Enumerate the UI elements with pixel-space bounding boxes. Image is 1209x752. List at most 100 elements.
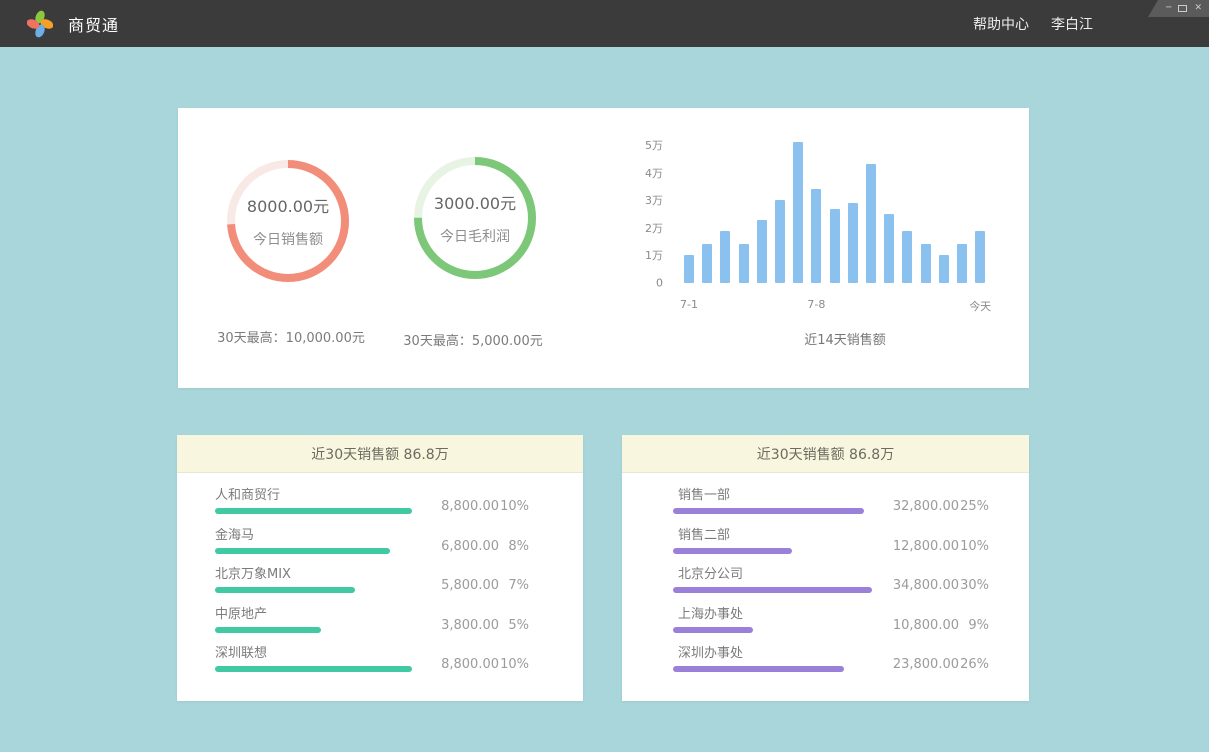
dashboard: 8000.00元 今日销售额 30天最高：10,000.00元 3000.00元…	[0, 47, 1209, 752]
rank-value: 8,800.00	[441, 499, 499, 514]
sales-bar	[848, 203, 858, 283]
titlebar-links: 帮助中心 李白江	[973, 0, 1093, 47]
rank-row: 深圳办事处 23,800.00 26%	[673, 634, 989, 673]
rank-row: 北京万象MIX 5,800.00 7%	[215, 555, 529, 594]
rank-label: 人和商贸行	[215, 484, 412, 503]
sales-bar	[684, 255, 694, 283]
rank-label: 上海办事处	[678, 603, 753, 622]
x-tick: 7-1	[680, 298, 698, 311]
rank-bar	[215, 587, 355, 593]
sales-bar	[939, 255, 949, 283]
rank-percent: 9%	[959, 618, 989, 633]
y-tick: 0	[608, 277, 663, 290]
close-button[interactable]: ✕	[1194, 4, 1202, 13]
y-tick: 3万	[608, 192, 663, 208]
rank-value: 6,800.00	[441, 539, 499, 554]
sales-bar	[884, 214, 894, 283]
rank-percent: 26%	[959, 657, 989, 672]
customer-ranking-title: 近30天销售额 86.8万	[177, 435, 583, 473]
rank-label: 销售二部	[678, 524, 792, 543]
sales-bar	[775, 200, 785, 283]
rank-bar	[673, 508, 864, 514]
y-tick: 4万	[608, 165, 663, 181]
rank-percent: 30%	[959, 578, 989, 593]
today-sales-ring: 8000.00元 今日销售额	[225, 158, 351, 284]
x-tick: 今天	[969, 298, 991, 314]
rank-percent: 5%	[499, 618, 529, 633]
rank-label: 深圳联想	[215, 642, 412, 661]
today-profit-label: 今日毛利润	[440, 226, 510, 246]
today-profit-ring: 3000.00元 今日毛利润	[412, 155, 538, 281]
today-sales-value: 8000.00元	[247, 193, 329, 217]
rank-row: 销售一部 32,800.00 25%	[673, 476, 989, 515]
app-title: 商贸通	[68, 12, 119, 36]
rank-row: 深圳联想 8,800.00 10%	[215, 634, 529, 673]
pinwheel-logo-icon	[27, 10, 53, 38]
rank-row: 中原地产 3,800.00 5%	[215, 594, 529, 633]
sales-bar	[720, 231, 730, 283]
customer-ranking-list: 人和商贸行 8,800.00 10% 金海马 6,800.00 8% 北京万象M…	[177, 473, 583, 673]
department-ranking-list: 销售一部 32,800.00 25% 销售二部 12,800.00 10% 北京…	[622, 473, 1029, 673]
sales-bar	[975, 231, 985, 283]
rank-bar	[215, 627, 321, 633]
department-ranking-card: 近30天销售额 86.8万 销售一部 32,800.00 25% 销售二部 12…	[622, 435, 1029, 701]
brand: 商贸通	[0, 10, 119, 38]
y-tick: 5万	[608, 137, 663, 153]
rank-value: 23,800.00	[893, 657, 959, 672]
customer-ranking-card: 近30天销售额 86.8万 人和商贸行 8,800.00 10% 金海马 6,8…	[177, 435, 583, 701]
sales-bar	[739, 244, 749, 283]
rank-value: 34,800.00	[893, 578, 959, 593]
user-name[interactable]: 李白江	[1051, 14, 1093, 34]
rank-value: 8,800.00	[441, 657, 499, 672]
rank-label: 北京分公司	[678, 563, 872, 582]
overview-card: 8000.00元 今日销售额 30天最高：10,000.00元 3000.00元…	[178, 108, 1029, 388]
rank-label: 中原地产	[215, 603, 321, 622]
y-tick: 2万	[608, 220, 663, 236]
minimize-button[interactable]: ─	[1166, 4, 1171, 13]
today-profit-value: 3000.00元	[434, 190, 516, 214]
window-controls: ─ ✕	[1148, 0, 1209, 17]
rank-value: 32,800.00	[893, 499, 959, 514]
sales-bar	[957, 244, 967, 283]
help-center-link[interactable]: 帮助中心	[973, 14, 1029, 34]
rank-percent: 8%	[499, 539, 529, 554]
rank-row: 人和商贸行 8,800.00 10%	[215, 476, 529, 515]
rank-percent: 10%	[499, 499, 529, 514]
sales-bar	[793, 142, 803, 283]
rank-value: 3,800.00	[441, 618, 499, 633]
rank-bar	[673, 548, 792, 554]
titlebar: 商贸通 帮助中心 李白江 ─ ✕	[0, 0, 1209, 47]
profit-30day-max: 30天最高：5,000.00元	[363, 330, 583, 349]
rank-value: 5,800.00	[441, 578, 499, 593]
sales-bar	[757, 220, 767, 284]
sales-bar	[866, 164, 876, 283]
rank-row: 销售二部 12,800.00 10%	[673, 515, 989, 554]
sales-bar	[811, 189, 821, 283]
rank-label: 北京万象MIX	[215, 563, 355, 582]
rank-percent: 10%	[959, 539, 989, 554]
rank-percent: 7%	[499, 578, 529, 593]
rank-percent: 10%	[499, 657, 529, 672]
rank-row: 北京分公司 34,800.00 30%	[673, 555, 989, 594]
department-ranking-title: 近30天销售额 86.8万	[622, 435, 1029, 473]
x-tick: 7-8	[807, 298, 825, 311]
sales-bar	[902, 231, 912, 283]
rank-bar	[673, 666, 844, 672]
rank-label: 金海马	[215, 524, 390, 543]
bar-chart-title: 近14天销售额	[745, 329, 945, 348]
rank-bar	[215, 548, 390, 554]
rank-percent: 25%	[959, 499, 989, 514]
rank-row: 金海马 6,800.00 8%	[215, 515, 529, 554]
rank-bar	[673, 627, 753, 633]
rank-label: 销售一部	[678, 484, 864, 503]
today-sales-label: 今日销售额	[253, 229, 323, 249]
sales-bar	[702, 244, 712, 283]
rank-bar	[215, 666, 412, 672]
rank-row: 上海办事处 10,800.00 9%	[673, 594, 989, 633]
sales-14day-bar-chart	[684, 133, 1002, 283]
rank-bar	[673, 587, 872, 593]
y-tick: 1万	[608, 247, 663, 263]
sales-bar	[830, 209, 840, 284]
maximize-button[interactable]	[1178, 5, 1187, 12]
rank-bar	[215, 508, 412, 514]
